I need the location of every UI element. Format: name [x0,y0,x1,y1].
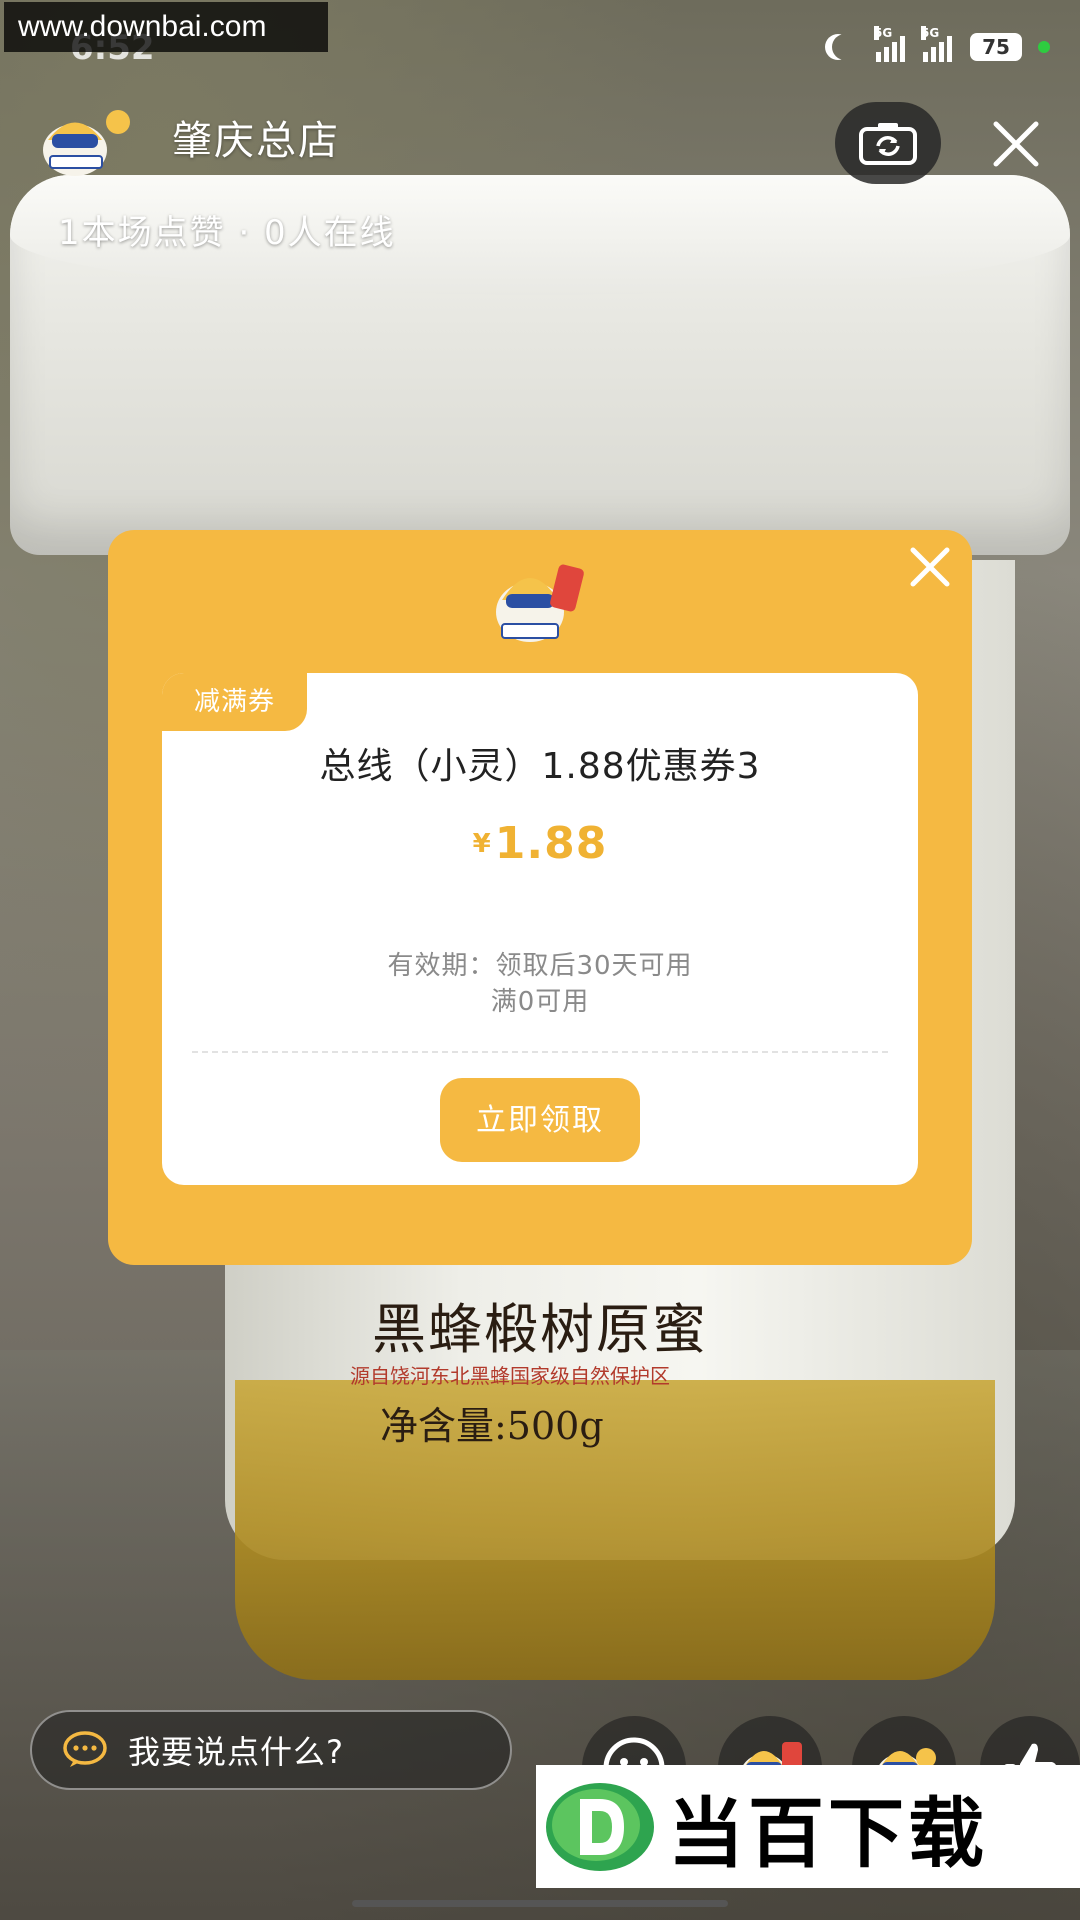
live-stats: 1本场点赞 · 0人在线 [58,213,396,253]
brand-banner: 当百下载 [536,1765,1080,1888]
coupon-modal-close-button[interactable] [905,542,955,592]
camera-flip-button[interactable] [835,102,941,184]
watermark: www.downbai.com [4,2,328,52]
coupon-validity: 有效期：领取后30天可用 满0可用 [162,948,918,1020]
camera-flip-icon [859,123,917,165]
store-name: 肇庆总店 [172,118,340,164]
store-avatar[interactable] [30,100,140,180]
battery-indicator: 75 [970,33,1022,61]
dashed-divider [192,1051,888,1053]
product-label-net-weight: 净含量:500g [380,1404,604,1448]
coupon-type-tag: 减满券 [162,673,307,731]
claim-coupon-button[interactable]: 立即领取 [440,1078,640,1162]
home-indicator[interactable] [352,1900,728,1907]
chat-input[interactable]: 我要说点什么? [30,1710,512,1790]
close-live-button[interactable] [990,118,1042,170]
coupon-validity-period: 有效期：领取后30天可用 [387,951,693,981]
product-label-name: 黑蜂椴树原蜜 [372,1298,708,1361]
coupon-currency: ¥ [472,828,491,859]
chat-placeholder: 我要说点什么? [128,1733,344,1771]
status-icons: 5G 5G 75 [824,26,1050,62]
privacy-dot [1038,41,1050,53]
coupon-title: 总线（小灵）1.88优惠券3 [319,746,761,787]
brand-logo-icon [546,1782,654,1871]
coupon-value: 1.88 [494,818,608,869]
coupon-mascot-icon [484,552,596,652]
coupon-amount: ¥1.88 [162,818,918,869]
signal-icon-2: 5G [921,26,952,62]
network-type-2: 5G [921,26,940,40]
close-icon [993,121,1039,167]
coupon-threshold: 满0可用 [490,987,590,1017]
coupon-card: 减满券 总线（小灵）1.88优惠券3 ¥1.88 有效期：领取后30天可用 满0… [162,673,918,1185]
brand-banner-text: 当百下载 [668,1788,988,1878]
network-type-1: 5G [874,26,893,40]
moon-icon [832,34,858,60]
chat-bubble-icon [63,1731,107,1767]
product-label-subtitle: 源自饶河东北黑蜂国家级自然保护区 [350,1364,670,1388]
honey [235,1380,995,1680]
close-icon [910,547,950,587]
signal-icon: 5G [874,26,905,62]
